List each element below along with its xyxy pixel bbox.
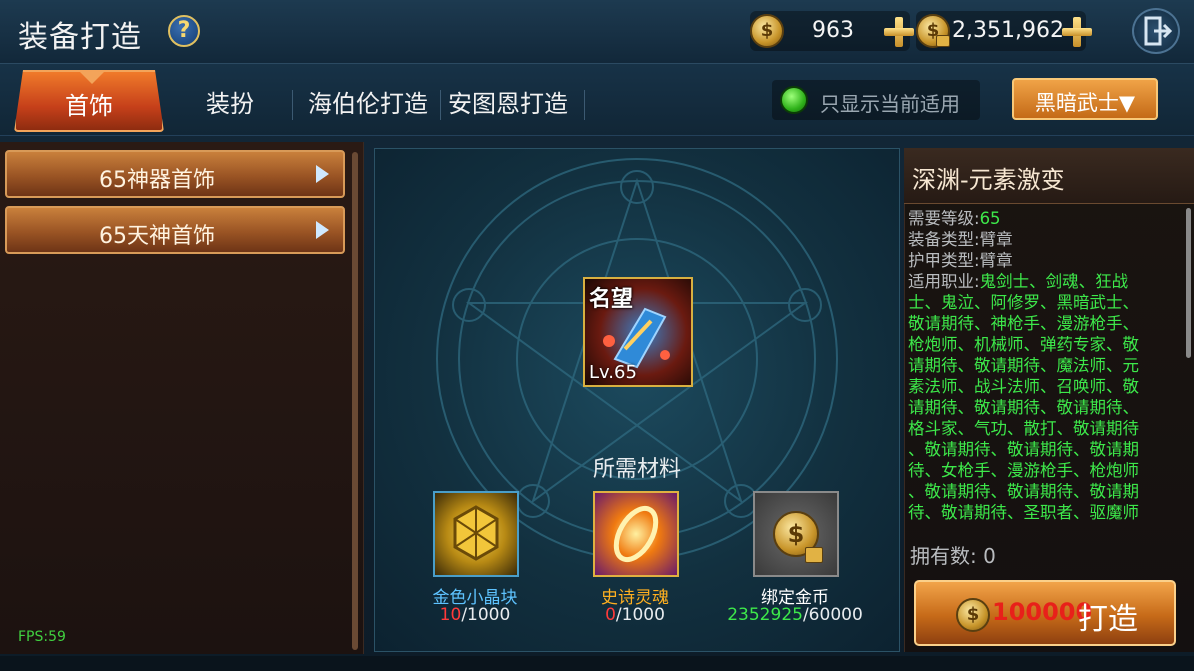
top-bar: 装备打造 ? $ 963 $ 2,351,962 xyxy=(0,0,1194,64)
list-item-65-celestial-accessory[interactable]: 65天神首饰 xyxy=(5,206,345,254)
forge-button-label: 打造 xyxy=(1078,602,1138,637)
detail-scrollbar[interactable] xyxy=(1186,208,1191,358)
arrow-right-icon xyxy=(316,221,329,239)
materials-title: 所需材料 xyxy=(592,457,681,482)
add-bound-gold-plus-icon[interactable] xyxy=(1062,17,1092,47)
exit-glyph xyxy=(1144,16,1173,46)
equipment-icon[interactable]: 名望 Lv.65 xyxy=(583,277,693,387)
class-dropdown-value: 黑暗武士▼ xyxy=(1034,91,1136,115)
tab-divider xyxy=(584,90,585,120)
equip-type-row: 装备类型:臂章 xyxy=(908,230,1013,249)
required-level-row: 需要等级:65 xyxy=(908,209,1001,228)
filter-toggle[interactable]: 只显示当前适用 xyxy=(772,80,980,120)
tab-accessory-label: 首饰 xyxy=(65,92,113,120)
lock-icon xyxy=(936,35,950,47)
filter-label: 只显示当前适用 xyxy=(820,92,960,116)
arrow-right-icon xyxy=(316,165,329,183)
equipment-title-bar: 深渊-元素激变 xyxy=(904,148,1194,204)
filter-toggle-on-icon xyxy=(780,86,808,114)
material-count: 0/1000 xyxy=(605,605,665,625)
bound-gold-icon: $ xyxy=(753,491,839,577)
bound-gold-currency-box: $ 2,351,962 xyxy=(916,11,1086,51)
epic-soul-icon xyxy=(593,491,679,577)
tab-anton-forge[interactable]: 安图恩打造 xyxy=(448,84,568,119)
help-icon[interactable]: ? xyxy=(168,15,200,47)
gold-amount: 963 xyxy=(812,18,854,43)
owned-count: 拥有数: 0 xyxy=(910,544,996,568)
list-item-label: 65神器首饰 xyxy=(99,168,215,193)
lock-icon xyxy=(805,547,823,563)
equipment-info: 需要等级:65 装备类型:臂章 护甲类型:臂章 适用职业:鬼剑士、剑魂、狂战 士… xyxy=(908,208,1176,523)
list-item-label: 65天神首饰 xyxy=(99,224,215,249)
add-gold-plus-icon[interactable] xyxy=(884,17,914,47)
crystal-glyph xyxy=(453,505,499,561)
material-epic-soul[interactable]: 史诗灵魂 0/1000 xyxy=(575,491,695,631)
fame-badge: 名望 xyxy=(589,287,634,312)
left-scrollbar[interactable] xyxy=(352,152,358,650)
material-count: 2352925/60000 xyxy=(727,605,863,625)
soul-glyph xyxy=(613,505,659,563)
equipment-name: 深渊-元素激变 xyxy=(912,166,1065,194)
exit-door-icon[interactable] xyxy=(1132,8,1180,54)
tab-costume[interactable]: 装扮 xyxy=(206,84,254,119)
armor-type-row: 护甲类型:臂章 xyxy=(908,251,1013,270)
job-list: 适用职业:鬼剑士、剑魂、狂战 士、鬼泣、阿修罗、黑暗武士、 敬请期待、神枪手、漫… xyxy=(908,272,1139,522)
page-title: 装备打造 xyxy=(18,20,142,55)
tab-divider xyxy=(440,90,441,120)
fps-counter: FPS:59 xyxy=(18,629,66,645)
gold-crystal-icon xyxy=(433,491,519,577)
active-tab-notch xyxy=(80,72,104,84)
chevron-down-icon: ▼ xyxy=(1118,91,1136,115)
material-bound-gold[interactable]: $ 绑定金币 2352925/60000 xyxy=(727,491,863,631)
material-gold-crystal[interactable]: 金色小晶块 10/1000 xyxy=(415,491,535,631)
list-item-65-artifact-accessory[interactable]: 65神器首饰 xyxy=(5,150,345,198)
tab-bar: 首饰 装扮 海伯伦打造 安图恩打造 只显示当前适用 黑暗武士▼ xyxy=(0,64,1194,136)
forge-button[interactable]: $ 100000 打造 xyxy=(914,580,1176,646)
bottom-edge xyxy=(0,656,1194,671)
tab-hyperion-forge[interactable]: 海伯伦打造 xyxy=(308,84,428,119)
tab-divider xyxy=(292,90,293,120)
gold-coin-icon: $ xyxy=(956,598,990,632)
class-dropdown[interactable]: 黑暗武士▼ xyxy=(1012,78,1158,120)
tab-accessory[interactable]: 首饰 xyxy=(14,70,164,132)
item-level: Lv.65 xyxy=(589,362,637,383)
gold-coin-icon: $ xyxy=(750,14,784,48)
forge-screen: 装备打造 ? $ 963 $ 2,351,962 首饰 装扮 海伯伦打造 安图恩… xyxy=(0,0,1194,671)
material-count: 10/1000 xyxy=(439,605,511,625)
bound-gold-amount: 2,351,962 xyxy=(952,18,1064,43)
forge-preview-panel: 名望 Lv.65 所需材料 金色小晶块 10/1000 史诗灵魂 0/1000 xyxy=(374,148,900,652)
